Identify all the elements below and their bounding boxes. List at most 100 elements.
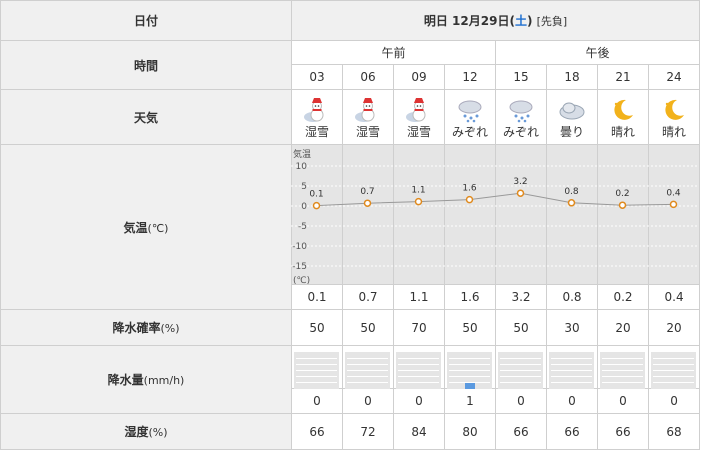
temperature-data-label: 0.7: [360, 187, 374, 197]
rain-gauge-line: [347, 364, 388, 365]
precip-amt-label-text: 降水量: [107, 373, 144, 387]
precip-prob-value: 20: [597, 309, 649, 346]
date-header: 明日 12月29日(土) [先負]: [290, 0, 701, 41]
rain-gauge-line: [551, 358, 592, 359]
rain-gauge-line: [602, 376, 643, 377]
precip-prob-value: 50: [291, 309, 343, 346]
temp-value: 0.4: [647, 284, 701, 310]
hour-cell: 24: [647, 64, 701, 90]
rain-gauge-line: [602, 370, 643, 371]
y-tick-label: 10: [296, 162, 308, 172]
weather-row: 天気 湿雪 湿雪 湿雪 みぞれ みぞれ 曇り 晴れ 晴れ: [0, 89, 701, 145]
night-moon-icon: [598, 97, 648, 123]
weather-text: 晴れ: [662, 124, 687, 139]
humidity-value: 66: [291, 413, 343, 450]
rain-gauge-line: [551, 382, 592, 383]
period-row: 時間 午前 午後: [0, 40, 701, 90]
weather-cell: 晴れ: [647, 89, 701, 145]
precip-prob-row: 降水確率(%) 50 50 70 50 50 30 20 20: [0, 309, 701, 346]
temperature-data-label: 3.2: [513, 177, 527, 187]
rain-gauge-line: [653, 358, 694, 359]
temperature-data-label: 0.2: [615, 189, 629, 199]
forecast-panel: 日付 明日 12月29日(土) [先負] 時間 午前 午後 03 06 09 1…: [0, 0, 704, 452]
temperature-data-label: 0.8: [564, 187, 579, 197]
rain-gauge-line: [398, 370, 439, 371]
snowman-icon: [343, 97, 393, 123]
weather-cell: 曇り: [546, 89, 598, 145]
temperature-chart: 気温 (℃) 10 5 0 -5 -10 -15 0.1 0.7 1.1 1.6 3.2 0.8 0.2 0.…: [291, 148, 699, 286]
y-tick-label: -15: [292, 262, 307, 272]
y-tick-label: 0: [301, 202, 307, 212]
temperature-point: [465, 195, 474, 204]
weather-text: みぞれ: [502, 124, 539, 139]
temperature-point: [618, 201, 627, 209]
temperature-point: [669, 200, 678, 209]
date-main: 明日 12月29日(: [423, 14, 515, 28]
sleet-cloud-icon: [445, 97, 495, 123]
hour-cell: 03: [291, 64, 343, 90]
precip-prob-unit: (%): [160, 322, 180, 335]
rain-gauge-line: [296, 358, 337, 359]
hour-cell: 21: [597, 64, 649, 90]
precip-prob-label: 降水確率(%): [0, 309, 292, 346]
time-label: 時間: [0, 40, 292, 90]
y-tick-label: 5: [301, 182, 307, 192]
rain-gauge: [345, 352, 390, 389]
y-tick-label: -5: [298, 222, 307, 232]
night-moon-icon: [649, 97, 699, 123]
rain-gauge-line: [653, 382, 694, 383]
weather-text: 湿雪: [355, 124, 380, 139]
precip-amt-value: 0: [342, 388, 394, 414]
rain-bar: [465, 383, 475, 389]
temp-value: 0.8: [546, 284, 598, 310]
precip-amt-value: 0: [597, 388, 649, 414]
humidity-value: 84: [393, 413, 445, 450]
rain-gauge-line: [500, 376, 541, 377]
rain-gauge-line: [500, 382, 541, 383]
hour-cell: 12: [444, 64, 496, 90]
weather-label: 天気: [0, 89, 292, 145]
humidity-label-text: 湿度: [124, 425, 149, 439]
temperature-point: [414, 197, 423, 206]
rain-gauge-line: [347, 370, 388, 371]
temperature-data-label: 0.1: [309, 190, 323, 200]
snowman-icon: [394, 97, 444, 123]
rain-gauge-line: [296, 364, 337, 365]
rain-gauge-line: [551, 376, 592, 377]
rain-gauge-line: [296, 382, 337, 383]
rain-gauge-line: [500, 364, 541, 365]
weather-cell: 湿雪: [393, 89, 445, 145]
y-axis-unit: (℃): [293, 276, 310, 286]
rain-gauge: [549, 352, 594, 389]
rain-gauge-line: [551, 364, 592, 365]
rain-gauge-line: [602, 364, 643, 365]
rain-gauge-line: [398, 376, 439, 377]
rain-gauge-line: [398, 364, 439, 365]
precip-prob-value: 20: [647, 309, 701, 346]
rain-gauge-line: [602, 382, 643, 383]
hour-cell: 09: [393, 64, 445, 90]
precip-prob-value: 50: [444, 309, 496, 346]
rain-gauge-line: [653, 370, 694, 371]
date-label: 日付: [0, 0, 292, 41]
rain-gauge-line: [449, 370, 490, 371]
humidity-value: 66: [546, 413, 598, 450]
cloud-icon: [547, 97, 597, 123]
precip-prob-value: 50: [495, 309, 547, 346]
weather-text: 曇り: [559, 124, 584, 139]
temperature-point: [312, 201, 321, 210]
temp-value: 1.1: [393, 284, 445, 310]
hour-cell: 15: [495, 64, 547, 90]
snowman-icon: [292, 97, 342, 123]
rokuyo-label: [先負]: [536, 15, 568, 28]
rain-gauge-line: [602, 358, 643, 359]
rain-gauge-line: [500, 370, 541, 371]
rain-gauge: [498, 352, 543, 389]
precip-prob-value: 50: [342, 309, 394, 346]
date-row: 日付 明日 12月29日(土) [先負]: [0, 0, 701, 41]
hour-cell: 18: [546, 64, 598, 90]
humidity-label: 湿度(%): [0, 413, 292, 450]
period-pm: 午後: [494, 40, 701, 65]
rain-gauge-line: [347, 376, 388, 377]
temperature-data-label: 1.1: [411, 186, 425, 196]
